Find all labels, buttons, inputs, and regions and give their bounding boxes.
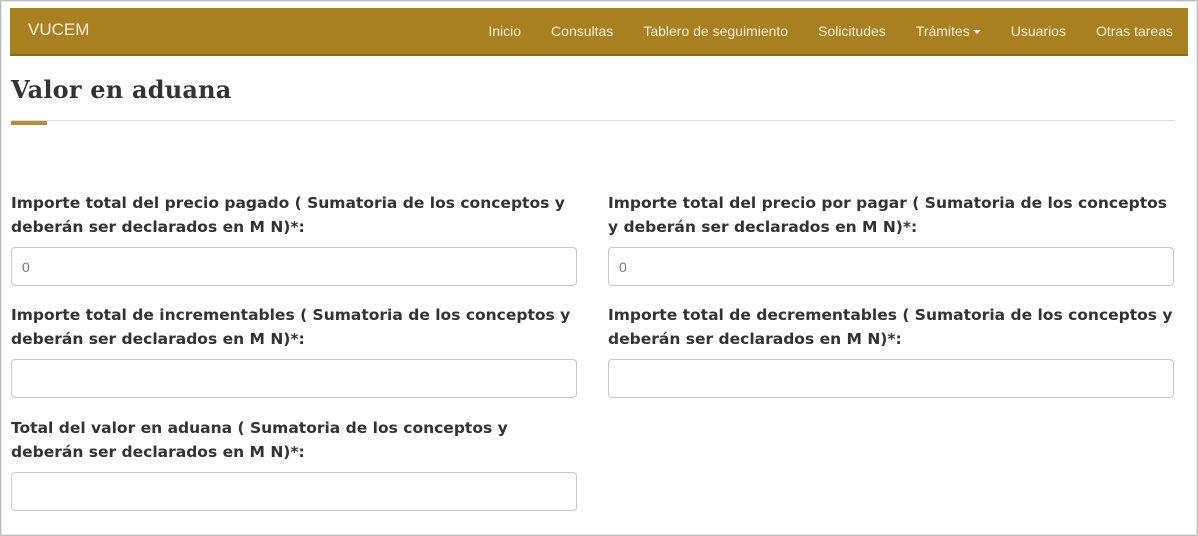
field-precio-pagado-label: Importe total del precio pagado ( Sumato… [11, 194, 565, 236]
title-divider [11, 120, 1175, 121]
field-precio-pagado: Importe total del precio pagado ( Sumato… [11, 191, 579, 286]
field-decrementables: Importe total de decrementables ( Sumato… [608, 303, 1176, 398]
top-navbar: VUCEM Inicio Consultas Tablero de seguim… [10, 8, 1188, 56]
field-incrementables-label: Importe total de incrementables ( Sumato… [11, 306, 571, 348]
app-frame: VUCEM Inicio Consultas Tablero de seguim… [0, 0, 1198, 536]
field-precio-por-pagar: Importe total del precio por pagar ( Sum… [608, 191, 1176, 286]
nav-item-tramites-label: Trámites [915, 23, 970, 39]
nav-item-tablero[interactable]: Tablero de seguimiento [628, 23, 803, 39]
nav-item-otras-tareas[interactable]: Otras tareas [1081, 23, 1188, 39]
title-accent-bar [11, 121, 47, 125]
field-decrementables-label: Importe total de decrementables ( Sumato… [608, 306, 1173, 348]
field-valor-aduana: Total del valor en aduana ( Sumatoria de… [11, 416, 579, 511]
caret-down-icon [972, 30, 981, 35]
precio-pagado-input[interactable] [11, 247, 577, 286]
nav-item-solicitudes[interactable]: Solicitudes [803, 23, 901, 39]
nav-item-consultas[interactable]: Consultas [536, 23, 628, 39]
nav-item-usuarios[interactable]: Usuarios [996, 23, 1081, 39]
valor-aduana-input[interactable] [11, 472, 577, 511]
precio-por-pagar-input[interactable] [608, 247, 1174, 286]
nav-menu: Inicio Consultas Tablero de seguimiento … [473, 8, 1188, 54]
field-valor-aduana-label: Total del valor en aduana ( Sumatoria de… [11, 419, 508, 461]
nav-item-inicio[interactable]: Inicio [473, 23, 536, 39]
field-incrementables: Importe total de incrementables ( Sumato… [11, 303, 579, 398]
incrementables-input[interactable] [11, 359, 577, 398]
brand-logo[interactable]: VUCEM [28, 20, 89, 40]
nav-item-tramites[interactable]: Trámites [901, 23, 996, 39]
decrementables-input[interactable] [608, 359, 1174, 398]
page-title: Valor en aduana [11, 75, 232, 104]
field-precio-por-pagar-label: Importe total del precio por pagar ( Sum… [608, 194, 1168, 236]
